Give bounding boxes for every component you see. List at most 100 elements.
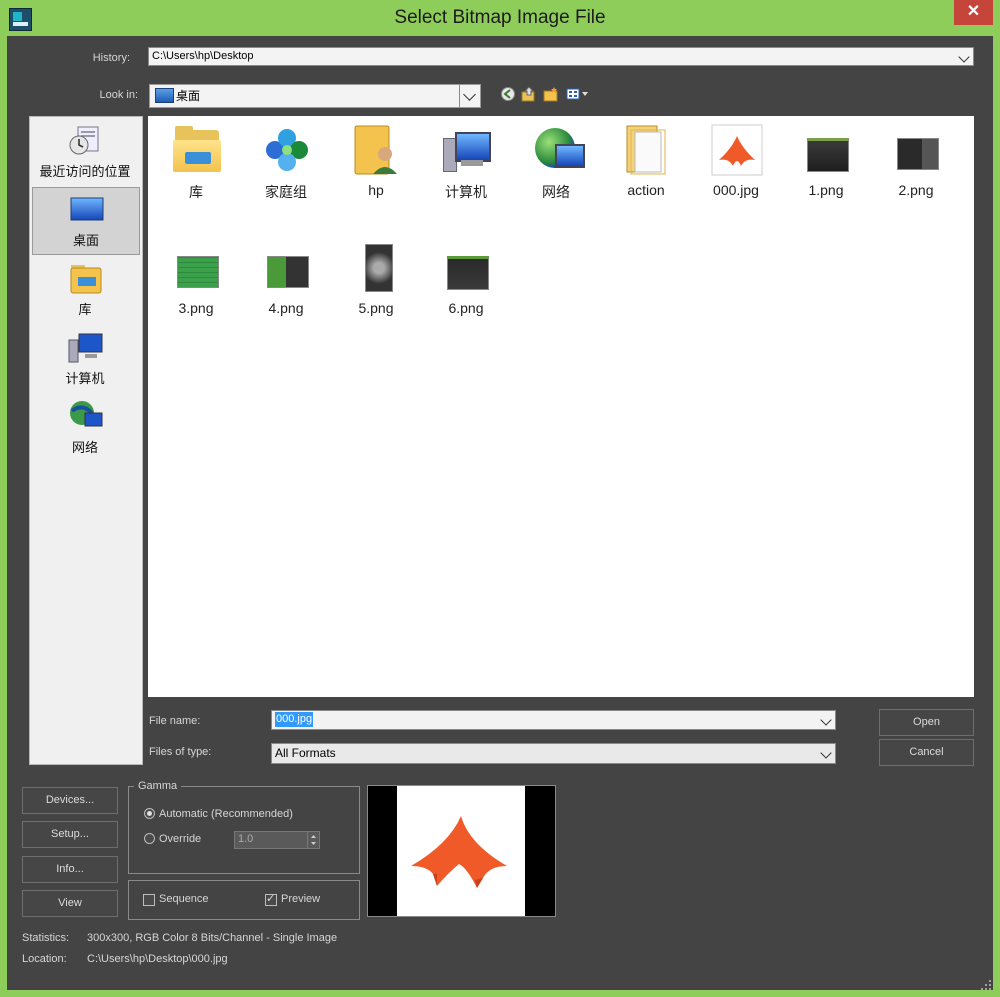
places-bar: 最近访问的位置 桌面 库 计算机 网络 — [29, 116, 143, 765]
sequence-checkbox[interactable] — [143, 894, 155, 906]
info-button[interactable]: Info... — [22, 856, 118, 883]
file-name: 2.png — [898, 182, 934, 198]
gamma-override-label: Override — [159, 833, 202, 845]
setup-button[interactable]: Setup... — [22, 821, 118, 848]
statistics-value: 300x300, RGB Color 8 Bits/Channel - Sing… — [87, 932, 338, 944]
place-computer[interactable]: 计算机 — [32, 326, 138, 392]
desktop-icon — [69, 192, 105, 226]
recent-places-icon — [68, 123, 104, 157]
file-item[interactable]: 网络 — [512, 116, 600, 216]
place-label: 最近访问的位置 — [39, 164, 131, 179]
file-item[interactable]: 2.png — [872, 116, 960, 216]
file-name: 3.png — [178, 300, 214, 316]
file-name: hp — [368, 182, 384, 198]
network-icon — [531, 124, 585, 176]
place-label: 库 — [78, 302, 92, 317]
gamma-automatic-label: Automatic (Recommended) — [159, 808, 293, 820]
file-item[interactable]: 000.jpg — [692, 116, 780, 216]
view-button[interactable]: View — [22, 890, 118, 917]
file-name: 6.png — [448, 300, 484, 316]
statistics-label: Statistics: — [22, 932, 70, 944]
place-desktop[interactable]: 桌面 — [32, 187, 140, 255]
window-title: Select Bitmap Image File — [394, 7, 606, 28]
view-menu-icon[interactable] — [566, 86, 592, 102]
chevron-down-icon[interactable] — [818, 711, 835, 729]
place-label: 桌面 — [72, 233, 99, 248]
new-folder-icon[interactable] — [543, 86, 559, 102]
file-item[interactable]: 家庭组 — [242, 116, 330, 216]
file-item[interactable]: 5.png — [332, 234, 420, 334]
file-item[interactable]: 库 — [152, 116, 240, 216]
devices-button[interactable]: Devices... — [22, 787, 118, 814]
file-name-label: File name: — [149, 715, 201, 727]
file-item[interactable]: 3.png — [152, 234, 240, 334]
file-name-input[interactable]: 000.jpg — [271, 710, 836, 730]
file-item[interactable]: action — [602, 116, 690, 216]
file-name: 库 — [189, 184, 203, 200]
file-name: 4.png — [268, 300, 304, 316]
image-thumbnail-icon — [171, 242, 223, 294]
file-item[interactable]: 4.png — [242, 234, 330, 334]
gamma-override-value: 1.0 — [238, 833, 254, 845]
file-type-select[interactable]: All Formats — [271, 743, 836, 764]
file-item[interactable]: hp — [332, 116, 420, 216]
image-thumbnail-icon — [801, 124, 853, 176]
file-list[interactable]: 库 家庭组 hp 计算机 网络 action 000.jpg 1.png 2.p… — [148, 116, 974, 697]
history-label: History: — [92, 52, 130, 64]
open-button[interactable]: Open — [879, 709, 974, 736]
gamma-group — [128, 786, 360, 874]
image-thumbnail-icon — [441, 242, 493, 294]
sequence-label: Sequence — [159, 893, 209, 905]
file-item[interactable]: 1.png — [782, 116, 870, 216]
file-item[interactable]: 6.png — [422, 234, 510, 334]
gamma-override-input[interactable]: 1.0 — [234, 831, 308, 849]
place-label: 计算机 — [65, 371, 105, 386]
file-name: 计算机 — [445, 184, 487, 200]
cancel-button[interactable]: Cancel — [879, 739, 974, 766]
image-thumbnail-icon — [711, 124, 763, 176]
computer-icon — [441, 124, 493, 176]
file-name: 000.jpg — [713, 182, 759, 198]
computer-icon — [68, 330, 104, 364]
place-network[interactable]: 网络 — [32, 395, 138, 461]
preview-label: Preview — [281, 893, 321, 905]
chevron-down-icon[interactable] — [818, 744, 835, 763]
file-name: 家庭组 — [265, 184, 307, 200]
location-value: C:\Users\hp\Desktop\000.jpg — [87, 953, 228, 965]
user-folder-icon — [351, 124, 403, 176]
gamma-override-radio[interactable] — [144, 833, 155, 844]
place-recent[interactable]: 最近访问的位置 — [32, 119, 138, 185]
place-label: 网络 — [71, 440, 98, 455]
file-name: 5.png — [358, 300, 394, 316]
file-type-value: All Formats — [275, 746, 336, 760]
history-combobox[interactable]: C:\Users\hp\Desktop — [148, 47, 974, 66]
gamma-title: Gamma — [134, 780, 182, 792]
file-name: 1.png — [808, 182, 844, 198]
image-thumbnail-icon — [351, 242, 403, 294]
desktop-icon — [155, 88, 174, 103]
look-in-combobox[interactable]: 桌面 — [149, 84, 481, 108]
file-type-label: Files of type: — [149, 746, 212, 758]
resize-grip-icon[interactable] — [980, 978, 992, 990]
history-value: C:\Users\hp\Desktop — [152, 50, 254, 62]
homegroup-icon — [261, 124, 313, 176]
back-icon[interactable] — [500, 86, 516, 102]
chevron-down-icon[interactable] — [459, 85, 480, 107]
image-thumbnail-icon — [891, 124, 943, 176]
image-thumbnail-icon — [261, 242, 313, 294]
image-preview — [367, 785, 556, 917]
chevron-down-icon[interactable] — [956, 48, 973, 65]
place-libraries[interactable]: 库 — [32, 257, 138, 323]
libraries-folder-icon — [171, 124, 223, 176]
folder-icon — [621, 124, 673, 176]
location-label: Location: — [22, 953, 67, 965]
look-in-value: 桌面 — [176, 89, 201, 103]
close-button[interactable]: ✕ — [954, 0, 993, 25]
network-icon — [68, 399, 104, 433]
look-in-label: Look in: — [99, 89, 138, 101]
up-folder-icon[interactable] — [521, 86, 537, 102]
preview-checkbox[interactable] — [265, 892, 277, 906]
file-item[interactable]: 计算机 — [422, 116, 510, 216]
spinner-arrows-icon[interactable] — [307, 831, 320, 849]
gamma-automatic-radio[interactable] — [144, 808, 155, 819]
